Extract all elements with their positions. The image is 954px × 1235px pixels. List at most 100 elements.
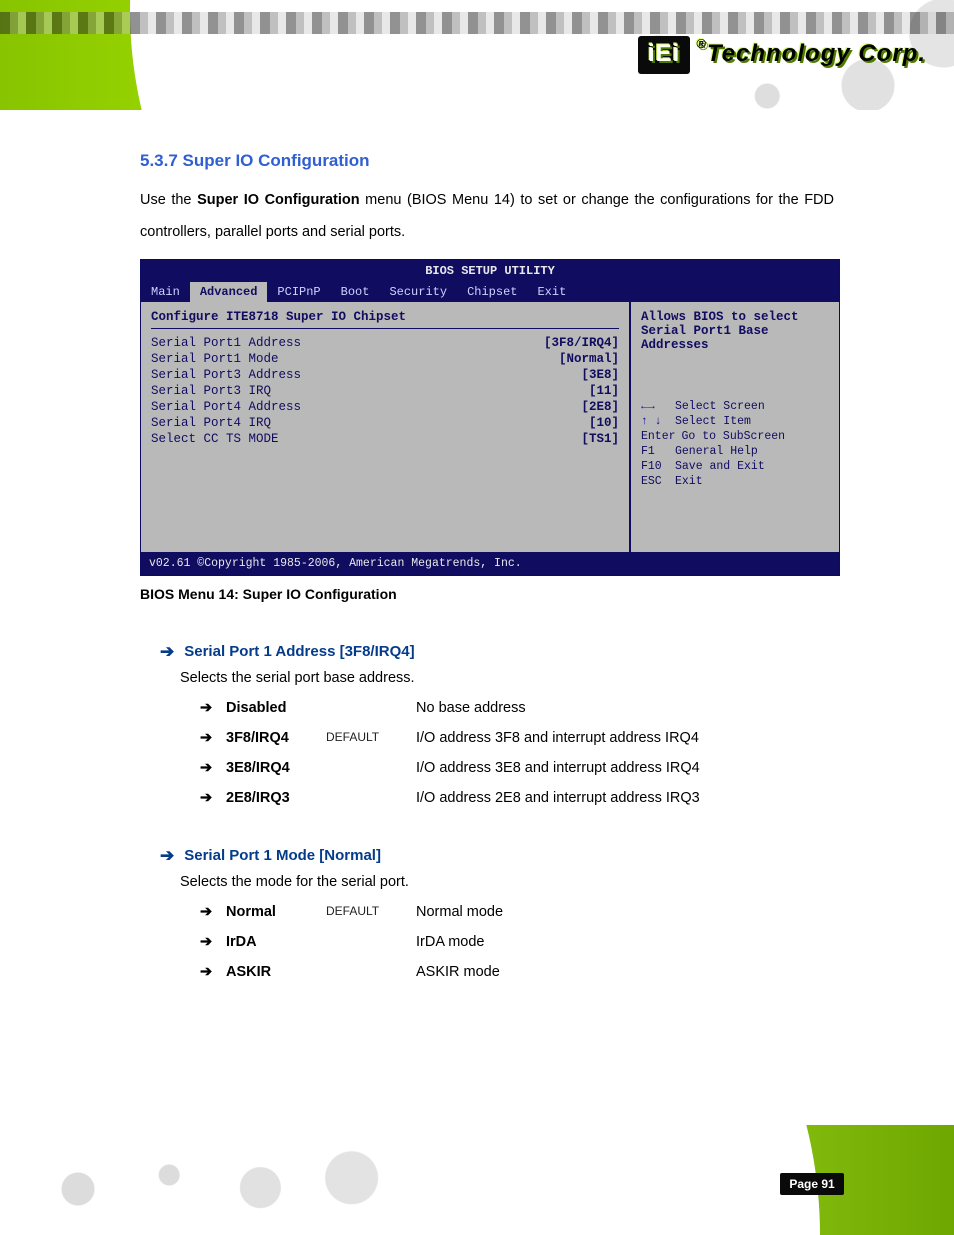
- option-default: DEFAULT: [326, 730, 416, 744]
- bios-help-text: Select Item: [675, 415, 751, 428]
- bios-setting-value: [Normal]: [559, 352, 619, 366]
- option1-rows: ➔DisabledNo base address➔3F8/IRQ4DEFAULT…: [200, 700, 834, 806]
- page-content: 5.3.7 Super IO Configuration Use the Sup…: [140, 145, 834, 994]
- bios-tab-advanced: Advanced: [190, 282, 268, 302]
- bios-setting-key: Serial Port1 Mode: [151, 352, 279, 366]
- brand-logo: iEi: [638, 36, 690, 74]
- option-desc: I/O address 3E8 and interrupt address IR…: [416, 760, 834, 776]
- bios-setting-key: Serial Port3 Address: [151, 368, 301, 382]
- bios-panel: Configure ITE8718 Super IO Chipset Seria…: [141, 302, 839, 552]
- arrow-icon: ➔: [160, 642, 174, 662]
- bios-setting-row: Serial Port1 Address[3F8/IRQ4]: [151, 335, 619, 351]
- option2-heading: ➔ Serial Port 1 Mode [Normal]: [160, 846, 834, 866]
- arrow-icon: ➔: [200, 934, 226, 950]
- arrow-icon: ➔: [200, 964, 226, 980]
- arrow-icon: ➔: [160, 846, 174, 866]
- bios-setting-row: Serial Port3 IRQ [11]: [151, 383, 619, 399]
- bios-divider: [151, 328, 619, 329]
- bios-setting-row: Serial Port1 Mode [Normal]: [151, 351, 619, 367]
- bios-setting-key: Select CC TS MODE: [151, 432, 279, 446]
- option-desc: I/O address 3F8 and interrupt address IR…: [416, 730, 834, 746]
- arrow-icon: ➔: [200, 700, 226, 716]
- option1-heading: ➔ Serial Port 1 Address [3F8/IRQ4]: [160, 642, 834, 662]
- bios-help-key: ESC: [641, 475, 669, 488]
- bios-tab-security: Security: [379, 282, 457, 302]
- bios-help-text: Exit: [675, 475, 703, 488]
- bios-help-key: F10: [641, 460, 669, 473]
- bios-setting-row: Serial Port3 Address [3E8]: [151, 367, 619, 383]
- bios-help-text: Go to SubScreen: [682, 430, 786, 443]
- bios-setting-key: Serial Port4 IRQ: [151, 416, 271, 430]
- bios-help-key: Enter: [641, 430, 676, 443]
- bios-setting-value: [11]: [589, 384, 619, 398]
- bios-left-pane: Configure ITE8718 Super IO Chipset Seria…: [141, 302, 629, 552]
- bios-help-label: Allows BIOS to select Serial Port1 Base …: [641, 310, 829, 352]
- bios-tab-boot: Boot: [331, 282, 380, 302]
- option-label: 3E8/IRQ4: [226, 760, 326, 776]
- brand-block: iEi ®Technology Corp.: [638, 36, 926, 74]
- bios-setting-value: [2E8]: [581, 400, 619, 414]
- intro-bold: Super IO Configuration: [197, 192, 360, 208]
- bios-footer: v02.61 ©Copyright 1985-2006, American Me…: [141, 552, 839, 575]
- bios-title-bar: BIOS SETUP UTILITY: [141, 260, 839, 282]
- bios-help-text: Select Screen: [675, 400, 765, 413]
- arrow-icon: ➔: [200, 904, 226, 920]
- option-row: ➔2E8/IRQ3 I/O address 2E8 and interrupt a…: [200, 790, 834, 806]
- bios-help-key: ↑ ↓: [641, 415, 669, 428]
- bios-help-item: F1 General Help: [641, 445, 829, 458]
- arrow-icon: ➔: [200, 790, 226, 806]
- bios-group-title: Configure ITE8718 Super IO Chipset: [151, 310, 619, 324]
- bios-setting-key: Serial Port4 Address: [151, 400, 301, 414]
- bios-setting-key: Serial Port1 Address: [151, 336, 301, 350]
- brand-name: Technology Corp.: [707, 40, 926, 67]
- option-row: ➔Disabled No base address: [200, 700, 834, 716]
- bios-screenshot: BIOS SETUP UTILITY MainAdvancedPCIPnPBoo…: [140, 259, 840, 576]
- option-default: DEFAULT: [326, 904, 416, 918]
- option-desc: IrDA mode: [416, 934, 834, 950]
- option-row: ➔3F8/IRQ4DEFAULTI/O address 3F8 and inte…: [200, 730, 834, 746]
- option-desc: Normal mode: [416, 904, 834, 920]
- bios-help-item: ESC Exit: [641, 475, 829, 488]
- option1-desc: Selects the serial port base address.: [180, 670, 834, 686]
- option-row: ➔3E8/IRQ4I/O address 3E8 and interrupt a…: [200, 760, 834, 776]
- option-row: ➔NormalDEFAULTNormal mode: [200, 904, 834, 920]
- bios-setting-value: [10]: [589, 416, 619, 430]
- bios-setting-key: Serial Port3 IRQ: [151, 384, 271, 398]
- section-heading: 5.3.7 Super IO Configuration: [140, 151, 834, 171]
- intro-mid: menu (: [365, 192, 412, 208]
- section-number: 5.3.7: [140, 151, 178, 170]
- option-label: Disabled: [226, 700, 326, 716]
- option2-rows: ➔NormalDEFAULTNormal mode➔IrDAIrDA mode➔…: [200, 904, 834, 980]
- option-label: 2E8/IRQ3: [226, 790, 326, 806]
- bios-setting-row: Serial Port4 Address [2E8]: [151, 399, 619, 415]
- arrow-icon: ➔: [200, 730, 226, 746]
- option-label: ASKIR: [226, 964, 326, 980]
- option1-title: Serial Port 1 Address [3F8/IRQ4]: [184, 643, 414, 660]
- bios-right-pane: Allows BIOS to select Serial Port1 Base …: [629, 302, 839, 552]
- section-title: Super IO Configuration: [183, 151, 370, 170]
- bios-help-key: ←→: [641, 400, 669, 413]
- bios-help-text: General Help: [675, 445, 758, 458]
- bios-tab-pcipnp: PCIPnP: [267, 282, 330, 302]
- bios-help-item: ←→ Select Screen: [641, 400, 829, 413]
- option-label: IrDA: [226, 934, 326, 950]
- option2-desc: Selects the mode for the serial port.: [180, 874, 834, 890]
- bios-tab-main: Main: [141, 282, 190, 302]
- option-desc: I/O address 2E8 and interrupt address IR…: [416, 790, 834, 806]
- bios-tab-exit: Exit: [527, 282, 576, 302]
- footer-circuit-art: [40, 1147, 420, 1217]
- bios-help-key: F1: [641, 445, 669, 458]
- bios-setting-value: [3E8]: [581, 368, 619, 382]
- bios-help-list: ←→ Select Screen ↑ ↓ Select Item Enter Go to …: [641, 400, 829, 488]
- bios-help-text: Save and Exit: [675, 460, 765, 473]
- option-label: 3F8/IRQ4: [226, 730, 326, 746]
- option-label: Normal: [226, 904, 326, 920]
- bios-help-item: Enter Go to SubScreen: [641, 430, 829, 443]
- header-banner: iEi ®Technology Corp.: [0, 0, 954, 110]
- registered-icon: ®: [696, 36, 707, 51]
- option2-title: Serial Port 1 Mode [Normal]: [184, 847, 381, 864]
- intro-paragraph: Use the Super IO Configuration menu (BIO…: [140, 185, 834, 249]
- option-desc: No base address: [416, 700, 834, 716]
- option-desc: ASKIR mode: [416, 964, 834, 980]
- bios-caption: BIOS Menu 14: Super IO Configuration: [140, 586, 834, 602]
